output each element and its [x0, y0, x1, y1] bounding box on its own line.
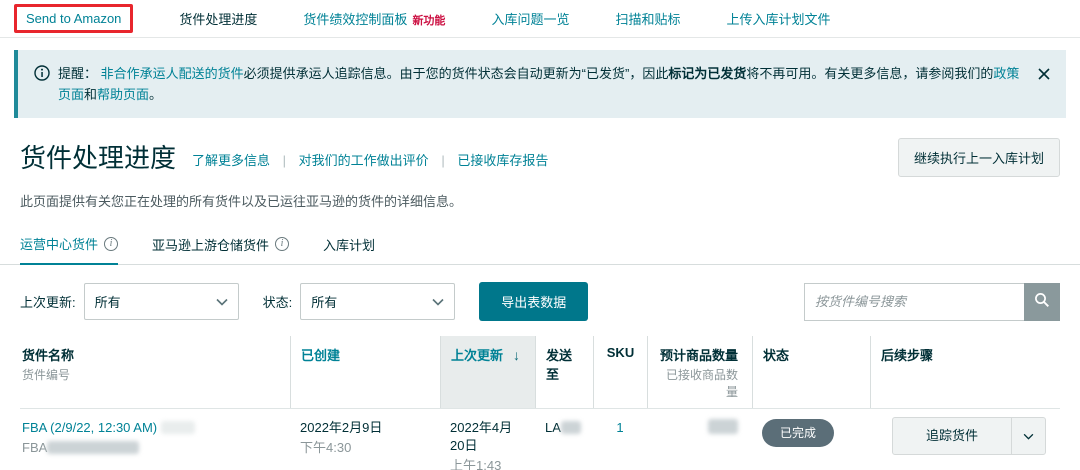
- received-inventory-report-link[interactable]: 已接收库存报告: [457, 153, 548, 168]
- export-table-button[interactable]: 导出表数据: [479, 282, 588, 321]
- redacted-text: [708, 419, 738, 434]
- chevron-down-icon: [216, 294, 228, 309]
- tab-fulfillment-center-shipments[interactable]: 运营中心货件 i: [20, 234, 118, 265]
- col-header-created: 已创建: [290, 336, 440, 408]
- top-nav: Send to Amazon 货件处理进度 货件绩效控制面板新功能 入库问题一览…: [0, 0, 1080, 38]
- chevron-down-icon[interactable]: [1011, 418, 1045, 454]
- status-badge: 已完成: [762, 419, 834, 447]
- chevron-down-icon: [432, 294, 444, 309]
- close-icon[interactable]: [1036, 63, 1052, 88]
- status-select[interactable]: 所有: [300, 283, 455, 320]
- table-row: FBA (2/9/22, 12:30 AM) FBA 2022年2月9日 下午4…: [20, 409, 1060, 470]
- info-circle-icon[interactable]: i: [104, 237, 118, 251]
- redacted-text: [161, 421, 195, 434]
- redacted-text: [561, 421, 581, 434]
- sort-last-updated[interactable]: 上次更新: [451, 348, 503, 363]
- search-button[interactable]: [1024, 283, 1060, 321]
- tab-upstream-storage-shipments[interactable]: 亚马逊上游仓储货件 i: [152, 234, 289, 264]
- feedback-link[interactable]: 对我们的工作做出评价: [299, 153, 429, 168]
- sku-count-link[interactable]: 1: [616, 420, 623, 435]
- help-page-link[interactable]: 帮助页面: [97, 87, 149, 102]
- track-shipment-button[interactable]: 追踪货件: [892, 417, 1046, 455]
- col-header-shipment-name: 货件名称 货件编号: [20, 336, 290, 408]
- col-header-sku: SKU: [593, 336, 647, 408]
- annotation-highlight-box: Send to Amazon: [14, 4, 133, 33]
- new-feature-badge: 新功能: [412, 15, 445, 27]
- resume-last-plan-button[interactable]: 继续执行上一入库计划: [898, 138, 1060, 177]
- status-filter-label: 状态:: [263, 292, 293, 311]
- sku-cell: 1: [593, 409, 647, 446]
- status-cell: 已完成: [752, 409, 870, 456]
- qty-cell: [647, 409, 752, 446]
- nav-send-to-amazon[interactable]: Send to Amazon: [26, 11, 121, 26]
- redacted-text: [47, 441, 139, 454]
- nav-inbound-problems[interactable]: 入库问题一览: [491, 9, 569, 28]
- sort-desc-icon: ↓: [513, 347, 520, 363]
- banner-text: 提醒： 非合作承运人配送的货件必须提供承运人追踪信息。由于您的货件状态会自动更新…: [58, 63, 1022, 105]
- info-circle-icon: [34, 65, 50, 87]
- title-links: 了解更多信息 | 对我们的工作做出评价 | 已接收库存报告: [192, 150, 548, 169]
- info-circle-icon[interactable]: i: [275, 237, 289, 251]
- shipment-name-link[interactable]: FBA (2/9/22, 12:30 AM): [22, 420, 157, 435]
- next-steps-cell: 追踪货件: [870, 409, 1060, 464]
- shipment-name-cell: FBA (2/9/22, 12:30 AM) FBA: [20, 409, 290, 466]
- shipments-table: 货件名称 货件编号 已创建 上次更新 ↓ 发送至 SKU 预计商品数量 已接收商品…: [0, 336, 1080, 470]
- nav-upload-plan-file[interactable]: 上传入库计划文件: [726, 9, 830, 28]
- shipment-search: [804, 283, 1060, 321]
- tab-inbound-plans[interactable]: 入库计划: [323, 234, 375, 264]
- shipment-tabs: 运营中心货件 i 亚马逊上游仓储货件 i 入库计划: [0, 210, 1080, 265]
- created-cell: 2022年2月9日 下午4:30: [290, 409, 440, 466]
- ship-to-cell: LA: [535, 409, 593, 446]
- col-header-next-steps: 后续步骤: [870, 336, 1060, 408]
- nav-scan-label[interactable]: 扫描和贴标: [615, 9, 680, 28]
- col-header-status: 状态: [752, 336, 870, 408]
- col-header-qty: 预计商品数量 已接收商品数量: [647, 336, 752, 408]
- non-partnered-carrier-link[interactable]: 非合作承运人配送的货件: [101, 66, 244, 81]
- filter-row: 上次更新: 所有 状态: 所有 导出表数据: [0, 265, 1080, 336]
- col-header-ship-to: 发送至: [535, 336, 593, 408]
- col-header-last-updated: 上次更新 ↓: [440, 336, 535, 408]
- updated-cell: 2022年4月20日 上午1:43: [440, 409, 535, 470]
- last-update-select[interactable]: 所有: [84, 283, 239, 320]
- search-icon: [1034, 292, 1050, 311]
- search-input[interactable]: [804, 283, 1024, 321]
- table-header-row: 货件名称 货件编号 已创建 上次更新 ↓ 发送至 SKU 预计商品数量 已接收商品…: [20, 336, 1060, 409]
- sort-created[interactable]: 已创建: [301, 345, 430, 364]
- info-banner: 提醒： 非合作承运人配送的货件必须提供承运人追踪信息。由于您的货件状态会自动更新…: [14, 50, 1066, 118]
- nav-shipment-progress[interactable]: 货件处理进度: [179, 9, 257, 28]
- page-title: 货件处理进度: [20, 138, 176, 175]
- learn-more-link[interactable]: 了解更多信息: [192, 153, 270, 168]
- nav-performance-dashboard[interactable]: 货件绩效控制面板新功能: [303, 9, 445, 28]
- last-update-filter-label: 上次更新:: [20, 292, 76, 311]
- page-subtitle: 此页面提供有关您正在处理的所有货件以及已运往亚马逊的货件的详细信息。: [0, 177, 1080, 210]
